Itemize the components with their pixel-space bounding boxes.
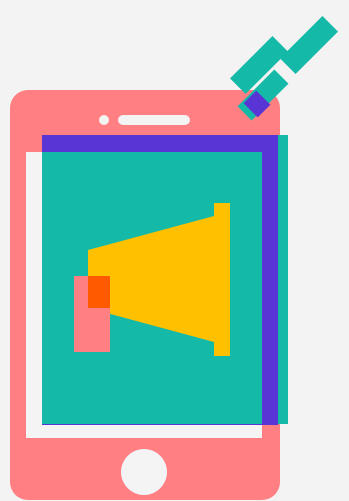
camera-dot [99,115,109,125]
phone-megaphone-illustration [0,0,349,501]
megaphone-overlap [88,276,110,308]
speaker-slot [118,115,190,125]
illustration-stage [0,0,349,501]
screen-side-strip [278,135,288,424]
home-button [121,449,167,495]
